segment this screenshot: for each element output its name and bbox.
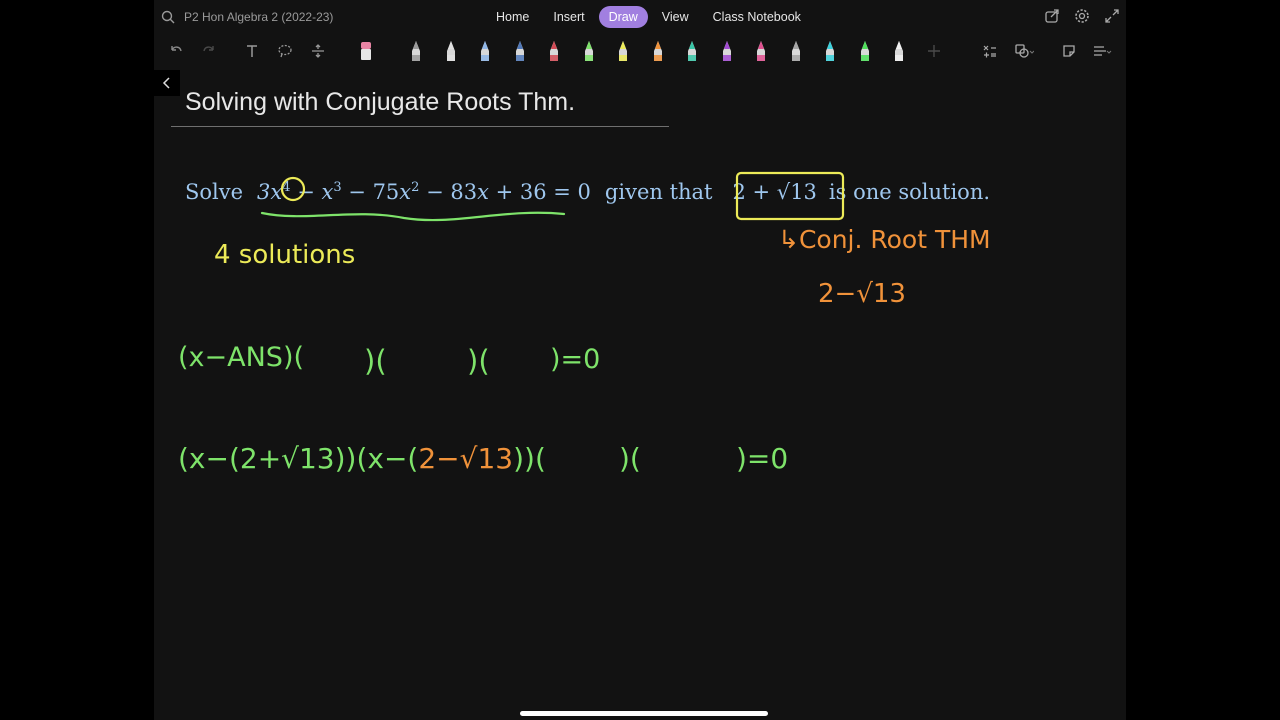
gear-icon[interactable]	[1074, 8, 1090, 24]
pen-pink-icon[interactable]	[751, 40, 771, 62]
top-right-icons	[1044, 8, 1120, 24]
four-solutions-ink: 4 solutions	[214, 240, 355, 270]
pen-blue-icon[interactable]	[510, 40, 530, 62]
problem-tail: is one solution.	[828, 180, 991, 204]
lasso-icon[interactable]	[275, 40, 295, 62]
tab-insert[interactable]: Insert	[543, 6, 594, 28]
notebook-name: P2 Hon Algebra 2 (2022-23)	[184, 10, 334, 24]
line2-ink: (x−(2+√13))(x−(2−√13))(	[178, 442, 546, 475]
pen-white-2-icon[interactable]	[889, 40, 909, 62]
shapes-icon[interactable]	[1014, 40, 1034, 62]
search-icon[interactable]	[160, 9, 176, 25]
ink-to-math-icon[interactable]	[980, 40, 1000, 62]
tab-home[interactable]: Home	[486, 6, 539, 28]
pen-orange-icon[interactable]	[648, 40, 668, 62]
problem-statement: Solve 3x4 − x3 − 75x2 − 83x + 36 = 0 given…	[185, 180, 990, 204]
pen-green-icon[interactable]	[579, 40, 599, 62]
line2-paren-d-ink: )(	[619, 442, 641, 475]
tab-draw[interactable]: Draw	[598, 6, 648, 28]
onenote-app: P2 Hon Algebra 2 (2022-23) Home Insert D…	[154, 0, 1126, 720]
given-word: given that	[604, 180, 713, 204]
home-indicator[interactable]	[520, 711, 768, 716]
expand-icon[interactable]	[1104, 8, 1120, 24]
tab-view[interactable]: View	[652, 6, 699, 28]
line1-paren-3-ink: )=0	[550, 344, 600, 375]
eraser-icon[interactable]	[356, 40, 376, 62]
line1-paren-2-ink: )(	[467, 344, 490, 378]
title-underline	[171, 126, 669, 127]
chevron-left-icon	[162, 77, 170, 89]
line1-paren-1-ink: )(	[364, 344, 387, 378]
line2-part-c: ))(	[513, 442, 546, 475]
pen-white-icon[interactable]	[441, 40, 461, 62]
conj-value-ink: 2−√13	[818, 279, 906, 309]
tab-class-notebook[interactable]: Class Notebook	[703, 6, 811, 28]
highlighter-green-icon[interactable]	[855, 40, 875, 62]
pen-red-icon[interactable]	[544, 40, 564, 62]
highlighter-cyan-icon[interactable]	[820, 40, 840, 62]
undo-icon[interactable]	[166, 40, 186, 62]
share-icon[interactable]	[1044, 8, 1060, 24]
insert-space-icon[interactable]	[308, 40, 328, 62]
pen-silver-icon[interactable]	[786, 40, 806, 62]
given-root: 2 + √13	[732, 180, 817, 204]
sticky-note-icon[interactable]	[1059, 40, 1079, 62]
solve-word: Solve	[185, 180, 244, 204]
top-bar: P2 Hon Algebra 2 (2022-23) Home Insert D…	[154, 0, 1126, 34]
draw-toolbar	[154, 36, 1126, 66]
redo-icon[interactable]	[199, 40, 219, 62]
pen-yellow-icon[interactable]	[613, 40, 633, 62]
notebook-search[interactable]: P2 Hon Algebra 2 (2022-23)	[160, 9, 333, 25]
pen-lightblue-icon[interactable]	[475, 40, 495, 62]
line2-paren-e-ink: )=0	[736, 442, 788, 475]
pencil-gray-icon[interactable]	[406, 40, 426, 62]
back-button[interactable]	[154, 70, 180, 96]
more-options-icon[interactable]	[1092, 40, 1112, 62]
pen-purple-icon[interactable]	[717, 40, 737, 62]
conj-root-thm-ink: ↳Conj. Root THM	[778, 225, 991, 254]
polynomial-equation: 3x4 − x3 − 75x2 − 83x + 36 = 0	[257, 180, 591, 204]
line1-start-ink: (x−ANS)(	[178, 342, 304, 373]
line2-part-a: (x−(2+√13))(x−(	[178, 442, 418, 475]
line2-part-b: 2−√13	[418, 442, 513, 475]
pen-teal-icon[interactable]	[682, 40, 702, 62]
page-title[interactable]: Solving with Conjugate Roots Thm.	[185, 88, 575, 117]
ribbon-tabs: Home Insert Draw View Class Notebook	[486, 6, 811, 28]
add-pen-icon[interactable]	[924, 40, 944, 62]
text-tool-icon[interactable]	[242, 40, 262, 62]
equation-underline-ink	[260, 211, 566, 222]
